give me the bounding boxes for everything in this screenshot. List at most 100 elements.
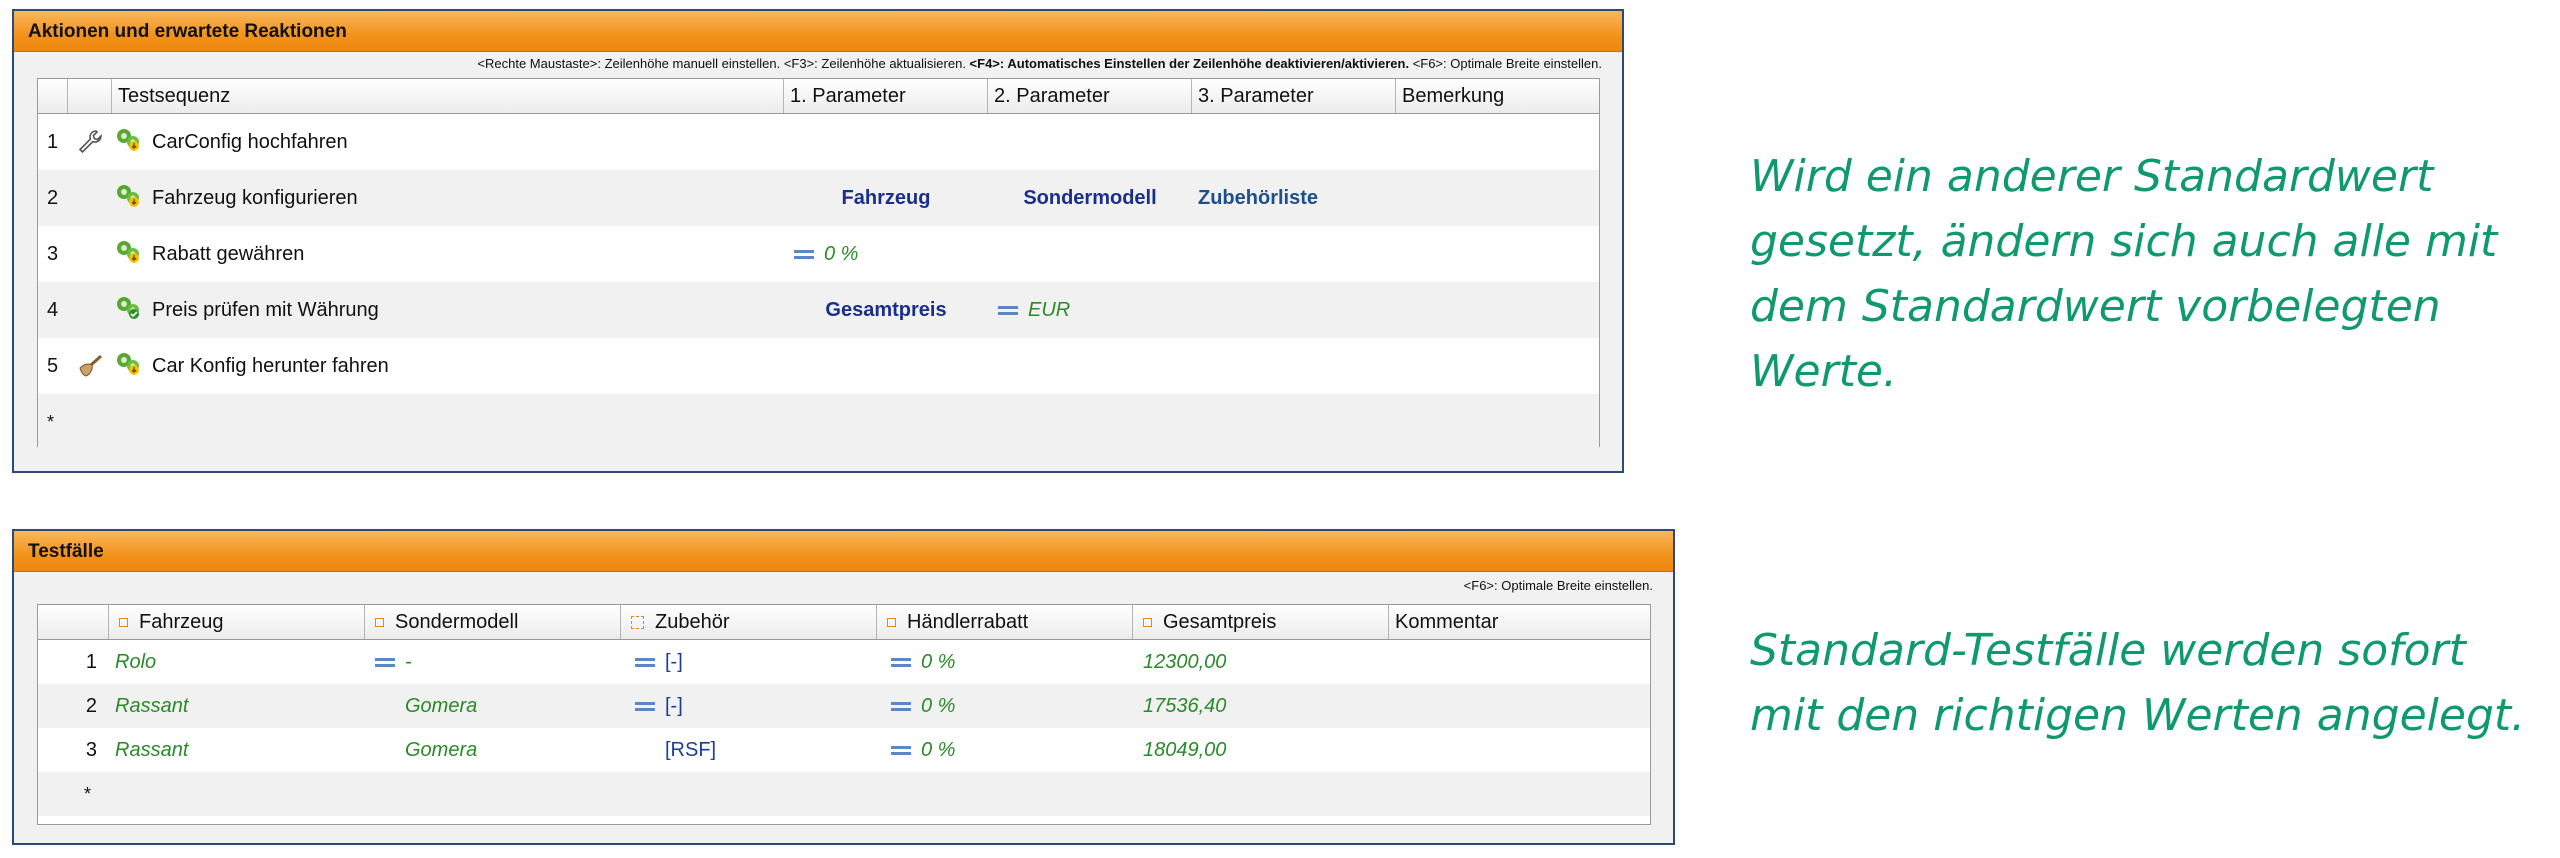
col-haendlerrabatt[interactable]: Händlerrabatt [877, 605, 1133, 639]
step-cell[interactable]: Rabatt gewähren [112, 226, 784, 282]
remark-cell[interactable] [1396, 282, 1599, 338]
rabatt-cell[interactable]: 0 % [877, 640, 1133, 684]
actions-table-header: Testsequenz 1. Parameter 2. Parameter 3.… [38, 79, 1599, 114]
kommentar-cell[interactable] [1389, 728, 1650, 772]
step-cell[interactable]: Car Konfig herunter fahren [112, 338, 784, 394]
new-row-marker: * [47, 411, 55, 432]
preis-cell[interactable]: 18049,00 [1133, 728, 1389, 772]
zubehoer-cell[interactable]: [-] [621, 684, 877, 728]
column-type-icon [1143, 618, 1152, 628]
new-row[interactable]: * [38, 772, 1650, 816]
col-bemerkung[interactable]: Bemerkung [1396, 79, 1599, 113]
table-row[interactable]: 1 Rolo - [-] 0 % 12300,00 [38, 640, 1650, 684]
remark-cell[interactable] [1396, 226, 1599, 282]
step-cell[interactable]: Fahrzeug konfigurieren [112, 170, 784, 226]
fahrzeug-cell[interactable]: Rassant [109, 728, 365, 772]
testcases-table-header: Fahrzeug Sondermodell Zubehör Händlerrab… [38, 605, 1650, 640]
column-type-icon [887, 618, 896, 628]
row-number: 2 [85, 694, 97, 717]
table-row[interactable]: 3 Rabatt gewähren 0 % [38, 226, 1599, 282]
preis-cell[interactable]: 12300,00 [1133, 640, 1389, 684]
default-value-icon [891, 745, 911, 755]
col-kommentar[interactable]: Kommentar [1389, 605, 1650, 639]
param2-cell[interactable]: Sondermodell [988, 170, 1192, 226]
gear-action-icon [114, 181, 142, 215]
param1-cell[interactable]: Fahrzeug [784, 170, 988, 226]
actions-panel-title: Aktionen und erwartete Reaktionen [14, 11, 1622, 52]
table-row[interactable]: 2 Rassant Gomera [-] 0 % 17536,40 [38, 684, 1650, 728]
kommentar-cell[interactable] [1389, 640, 1650, 684]
sondermodell-cell[interactable]: Gomera [365, 684, 621, 728]
step-name: Preis prüfen mit Währung [152, 298, 379, 321]
table-row[interactable]: 1 CarConfig hochfahren [38, 114, 1599, 170]
sondermodell-cell[interactable]: Gomera [365, 728, 621, 772]
row-number: 5 [47, 354, 59, 377]
kommentar-cell[interactable] [1389, 684, 1650, 728]
param2-cell[interactable] [988, 114, 1192, 170]
list-type-icon [631, 616, 644, 630]
table-row[interactable]: 3 Rassant Gomera [RSF] 0 % 18049,00 [38, 728, 1650, 772]
col-param2[interactable]: 2. Parameter [988, 79, 1192, 113]
fahrzeug-cell[interactable]: Rassant [109, 684, 365, 728]
param2-cell[interactable] [988, 338, 1192, 394]
param3-cell[interactable]: Zubehörliste [1192, 170, 1396, 226]
col-testsequenz[interactable]: Testsequenz [112, 79, 784, 113]
col-param3[interactable]: 3. Parameter [1192, 79, 1396, 113]
cell-value: [-] [665, 650, 683, 673]
param1-cell[interactable]: Gesamtpreis [784, 282, 988, 338]
sondermodell-cell[interactable]: - [365, 640, 621, 684]
table-row[interactable]: 2 Fahrzeug konfigurieren Fahrzeug Sonder… [38, 170, 1599, 226]
row-number: 3 [47, 242, 59, 265]
param3-cell[interactable] [1192, 114, 1396, 170]
gear-action-icon [114, 125, 142, 159]
param2-cell[interactable]: EUR [988, 282, 1192, 338]
col-label: Fahrzeug [139, 611, 224, 633]
gear-check-icon [114, 293, 142, 327]
new-row-marker: * [83, 783, 91, 804]
table-row[interactable]: 5 Car Konfig herunter fahren [38, 338, 1599, 394]
col-param1[interactable]: 1. Parameter [784, 79, 988, 113]
col-sondermodell[interactable]: Sondermodell [365, 605, 621, 639]
rabatt-cell[interactable]: 0 % [877, 684, 1133, 728]
param1-cell[interactable] [784, 114, 988, 170]
col-label: Gesamtpreis [1163, 611, 1277, 633]
cell-value: - [405, 650, 412, 673]
param2-cell[interactable] [988, 226, 1192, 282]
zubehoer-cell[interactable]: [RSF] [621, 728, 877, 772]
col-fahrzeug[interactable]: Fahrzeug [109, 605, 365, 639]
row-icon-cell [68, 226, 112, 282]
default-value-icon [891, 701, 911, 711]
new-row[interactable]: * [38, 394, 1599, 450]
col-zubehoer[interactable]: Zubehör [621, 605, 877, 639]
param1-cell[interactable] [784, 338, 988, 394]
col-gesamtpreis[interactable]: Gesamtpreis [1133, 605, 1389, 639]
row-icon-cell [68, 170, 112, 226]
preis-cell[interactable]: 17536,40 [1133, 684, 1389, 728]
actions-table[interactable]: Testsequenz 1. Parameter 2. Parameter 3.… [37, 78, 1600, 450]
row-number: 1 [85, 650, 97, 673]
testcases-panel: Testfälle <F6>: Optimale Breite einstell… [12, 529, 1675, 845]
zubehoer-cell[interactable]: [-] [621, 640, 877, 684]
actions-hint: <Rechte Maustaste>: Zeilenhöhe manuell e… [477, 56, 1602, 71]
param3-cell[interactable] [1192, 282, 1396, 338]
testcases-hint: <F6>: Optimale Breite einstellen. [1463, 578, 1653, 593]
remark-cell[interactable] [1396, 338, 1599, 394]
col-rownum [38, 79, 68, 113]
step-cell[interactable]: Preis prüfen mit Währung [112, 282, 784, 338]
param3-cell[interactable] [1192, 338, 1396, 394]
rabatt-cell[interactable]: 0 % [877, 728, 1133, 772]
testcases-table[interactable]: Fahrzeug Sondermodell Zubehör Händlerrab… [37, 604, 1651, 825]
param1-cell[interactable]: 0 % [784, 226, 988, 282]
table-row[interactable]: 4 Preis prüfen mit Währung Gesamtpreis E… [38, 282, 1599, 338]
remark-cell[interactable] [1396, 114, 1599, 170]
gear-action-icon [114, 349, 142, 383]
cell-value: 0 % [921, 694, 956, 717]
param3-cell[interactable] [1192, 226, 1396, 282]
col-icon [68, 79, 112, 113]
remark-cell[interactable] [1396, 170, 1599, 226]
annotation-default-values: Wird ein anderer Standardwert gesetzt, ä… [1750, 151, 2498, 397]
fahrzeug-cell[interactable]: Rolo [109, 640, 365, 684]
default-value-icon [891, 657, 911, 667]
col-label: Sondermodell [395, 611, 519, 633]
step-cell[interactable]: CarConfig hochfahren [112, 114, 784, 170]
